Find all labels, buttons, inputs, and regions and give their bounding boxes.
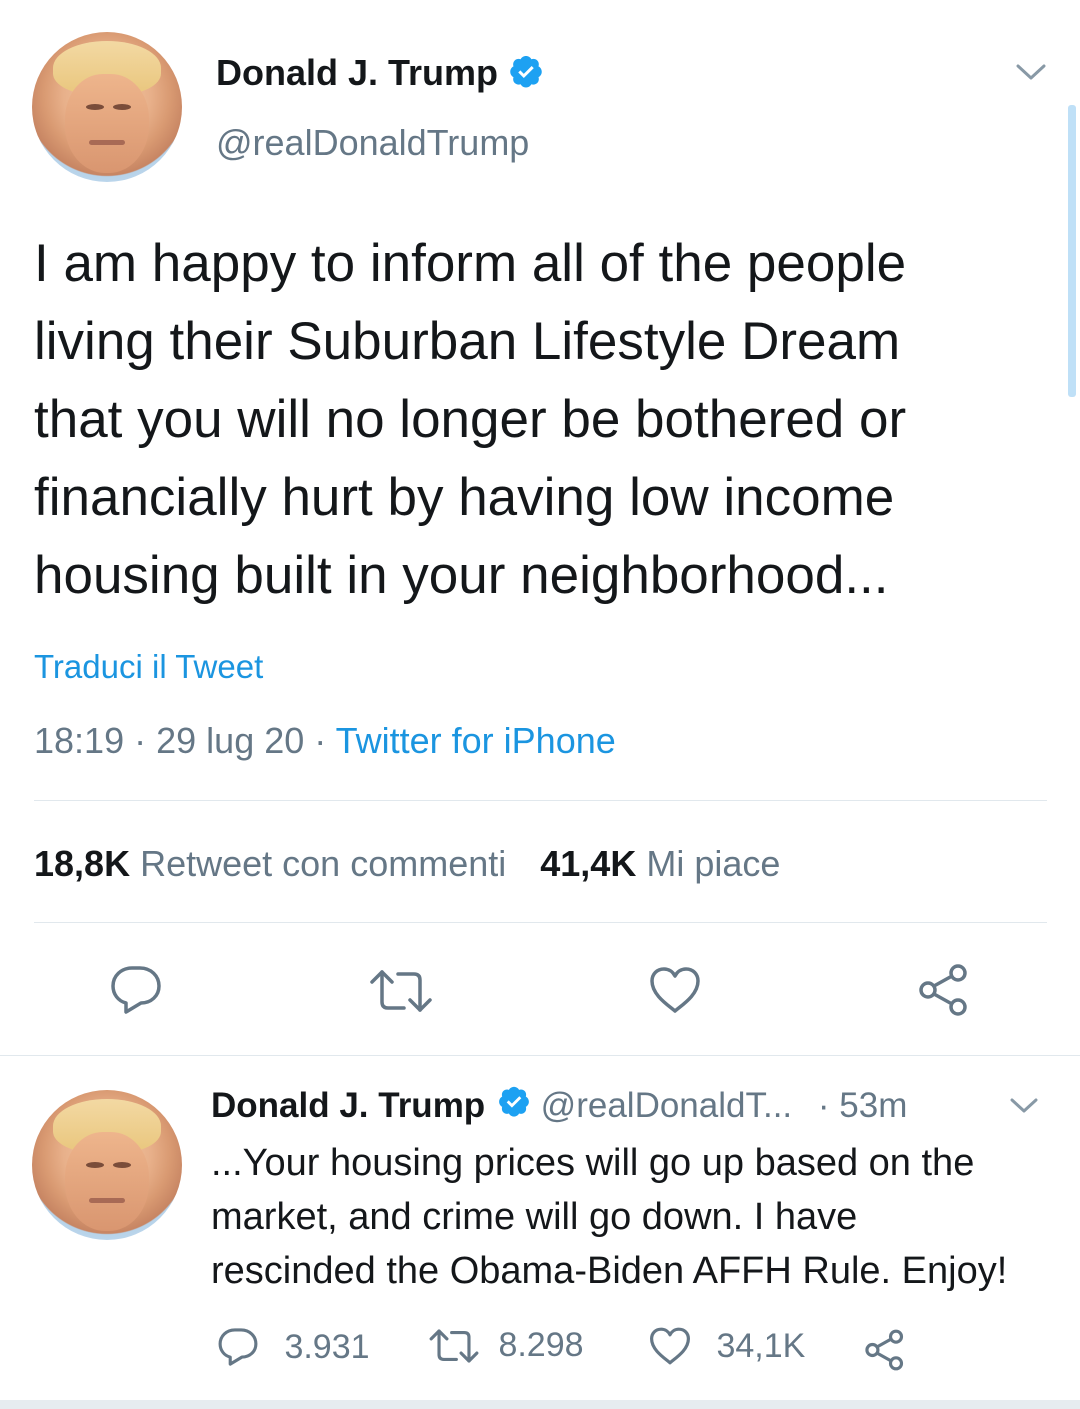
retweets-label: Retweet con commenti <box>140 843 507 884</box>
likes-label: Mi piace <box>646 843 781 884</box>
tweet-time: 18:19 <box>34 720 125 761</box>
verified-icon <box>508 53 544 94</box>
reply-button[interactable] <box>108 963 164 1017</box>
share-icon <box>919 964 967 1016</box>
retweet-count: 8.298 <box>498 1326 584 1364</box>
chevron-down-icon[interactable] <box>1006 1094 1042 1123</box>
like-button[interactable]: 34,1K <box>648 1326 805 1370</box>
separator: · <box>314 720 327 761</box>
tweet-line: financially hurt by having low income <box>34 468 895 527</box>
likes-stat[interactable]: 41,4K Mi piace <box>540 843 780 884</box>
share-button[interactable] <box>916 962 972 1018</box>
chevron-down-icon[interactable] <box>1012 58 1050 91</box>
share-button[interactable] <box>862 1328 908 1377</box>
display-name[interactable]: Donald J. Trump <box>211 1086 485 1125</box>
tweet-line: ...Your housing prices will go up based … <box>211 1142 975 1184</box>
retweet-button[interactable] <box>368 968 434 1014</box>
like-count: 34,1K <box>716 1326 806 1365</box>
tweet-date: 29 lug 20 <box>156 720 305 761</box>
main-tweet: Donald J. Trump @realDonaldTrump I am ha… <box>0 0 1080 1055</box>
reply-button[interactable]: 3.931 <box>216 1326 370 1370</box>
avatar[interactable] <box>32 1090 182 1240</box>
retweets-stat[interactable]: 18,8K Retweet con commenti <box>34 843 516 884</box>
reply-count: 3.931 <box>284 1327 370 1366</box>
retweet-icon <box>429 1328 479 1363</box>
source-link[interactable]: Twitter for iPhone <box>336 720 616 761</box>
divider <box>34 800 1047 801</box>
tweet-text: I am happy to inform all of the people l… <box>34 225 1064 615</box>
thread-tweet[interactable]: Donald J. Trump @realDonaldT... · 53m ..… <box>0 1056 1080 1409</box>
tweet-line: market, and crime will go down. I have <box>211 1196 858 1238</box>
like-icon <box>650 967 700 1013</box>
tweet-line: living their Suburban Lifestyle Dream <box>34 312 901 371</box>
bottom-edge <box>0 1400 1080 1409</box>
likes-count: 41,4K <box>540 843 637 884</box>
retweet-icon <box>370 970 432 1012</box>
tweet-age: · 53m <box>817 1085 908 1125</box>
retweet-button[interactable]: 8.298 <box>428 1326 584 1370</box>
verified-icon <box>497 1084 531 1127</box>
divider <box>34 922 1047 923</box>
reply-icon <box>218 1328 258 1366</box>
tweet-line: rescinded the Obama-Biden AFFH Rule. Enj… <box>211 1250 1008 1292</box>
tweet-text: ...Your housing prices will go up based … <box>211 1136 1007 1298</box>
tweet-line: I am happy to inform all of the people <box>34 234 907 293</box>
handle[interactable]: @realDonaldT... <box>541 1086 792 1125</box>
tweet-line: that you will no longer be bothered or <box>34 390 907 449</box>
retweets-count: 18,8K <box>34 843 131 884</box>
display-name[interactable]: Donald J. Trump <box>216 52 498 93</box>
translate-link[interactable]: Traduci il Tweet <box>34 648 263 686</box>
share-icon <box>865 1329 904 1371</box>
avatar[interactable] <box>32 32 182 182</box>
handle[interactable]: @realDonaldTrump <box>216 122 529 164</box>
reply-icon <box>111 966 161 1014</box>
tweet-line: housing built in your neighborhood... <box>34 546 889 605</box>
like-button[interactable] <box>648 965 702 1015</box>
separator: · <box>134 720 147 761</box>
like-icon <box>650 1327 690 1365</box>
